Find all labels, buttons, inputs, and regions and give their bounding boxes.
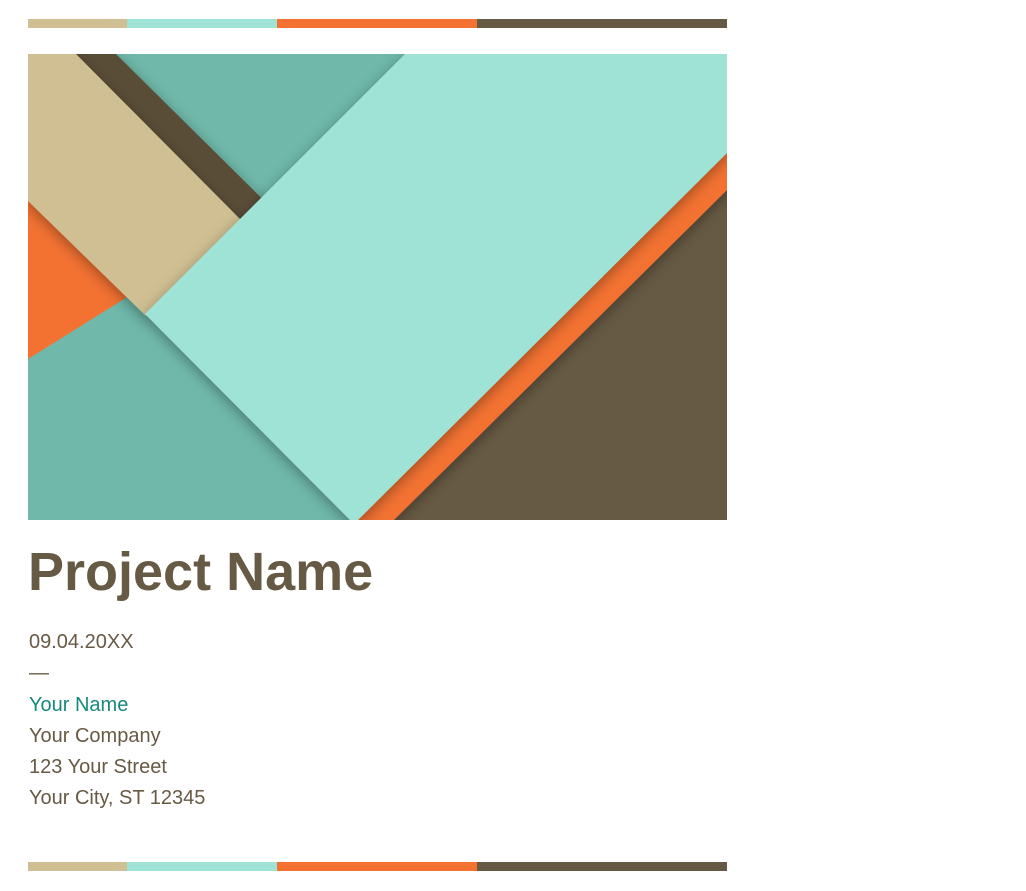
color-bar-segment-orange (277, 19, 477, 28)
color-bar-segment-sand (28, 862, 127, 871)
author-name: Your Name (29, 694, 129, 716)
color-bar-segment-mint (127, 19, 277, 28)
project-title: Project Name (28, 542, 374, 602)
separator-dash: — (29, 662, 49, 684)
company-name: Your Company (29, 725, 161, 747)
cover-image (28, 54, 727, 520)
color-bar-segment-mint (127, 862, 277, 871)
geometric-shapes-graphic (28, 54, 727, 520)
contact-block: Your Name Your Company 123 Your Street Y… (29, 690, 205, 814)
city-state-zip: Your City, ST 12345 (29, 787, 206, 809)
top-color-bar (28, 19, 727, 28)
bottom-color-bar (28, 862, 727, 871)
color-bar-segment-sand (28, 19, 127, 28)
street-address: 123 Your Street (29, 756, 167, 778)
color-bar-segment-brown (477, 862, 727, 871)
color-bar-segment-brown (477, 19, 727, 28)
color-bar-segment-orange (277, 862, 477, 871)
project-date: 09.04.20XX (29, 631, 134, 653)
